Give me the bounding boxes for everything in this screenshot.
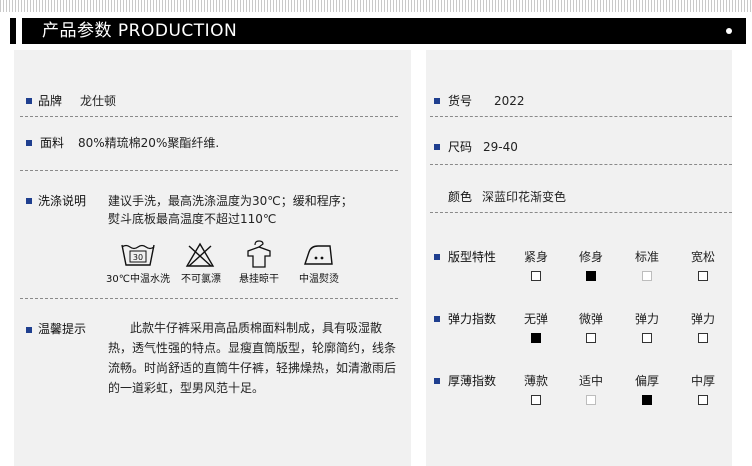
stretch-option-checkbox[interactable] <box>642 333 652 343</box>
wash-30-label: 30℃中温水洗 <box>106 274 170 285</box>
stretch-option-checkbox[interactable] <box>698 333 708 343</box>
no-bleach-label: 不可氯漂 <box>181 274 221 285</box>
fit-option-label: 宽松 <box>690 250 715 264</box>
section-title: 产品参数 PRODUCTION <box>42 21 238 41</box>
washing-line-1: 建议手洗，最高洗涤温度为30℃；缓和程序； <box>108 194 353 208</box>
fit-option-checkbox[interactable] <box>642 271 652 281</box>
brand-bullet-icon <box>26 98 32 104</box>
thickness-option-checkbox[interactable] <box>586 395 596 405</box>
iron-medium-icon <box>304 245 333 265</box>
washing-line-2: 熨斗底板最高温度不超过110℃ <box>108 212 277 226</box>
thickness-option-label: 适中 <box>578 374 603 388</box>
fit-label: 版型特性 <box>448 250 497 264</box>
item-no-bullet-icon <box>434 98 440 104</box>
washing-label: 洗涤说明 <box>38 194 87 208</box>
size-label: 尺码 <box>448 140 473 154</box>
tips-text: 此款牛仔裤采用高品质棉面料制成，具有吸湿散热，透气性强的特点。显瘦直筒版型，轮廓… <box>108 321 397 395</box>
fabric-bullet-icon <box>26 140 32 146</box>
wash-temp-text: 30 <box>133 253 143 262</box>
fabric-value: 80%精琉棉20%聚酯纤维. <box>78 136 220 150</box>
fit-option-checkbox[interactable] <box>586 271 596 281</box>
fit-option-label: 紧身 <box>523 250 548 264</box>
header-accent <box>10 18 16 44</box>
thickness-option-checkbox[interactable] <box>531 395 541 405</box>
fit-option-label: 标准 <box>634 250 659 264</box>
divider <box>20 116 398 117</box>
brand-label: 品牌 <box>38 94 63 108</box>
divider <box>20 170 398 171</box>
thickness-option-label: 中厚 <box>690 374 715 388</box>
no-bleach-icon <box>185 242 215 267</box>
section-header: 产品参数 PRODUCTION <box>22 18 746 44</box>
tips-label: 温馨提示 <box>38 322 87 336</box>
stretch-option-label: 微弹 <box>578 312 603 326</box>
stretch-option-checkbox[interactable] <box>586 333 596 343</box>
size-bullet-icon <box>434 144 440 150</box>
color-label: 颜色 <box>448 190 473 204</box>
thickness-option-label: 偏厚 <box>634 374 659 388</box>
thickness-bullet-icon <box>434 378 440 384</box>
stretch-option-checkbox[interactable] <box>531 333 541 343</box>
fit-option-checkbox[interactable] <box>531 271 541 281</box>
stretch-option-label: 弹力 <box>690 312 715 326</box>
tips-bullet-icon <box>26 327 32 333</box>
stretch-label: 弹力指数 <box>448 312 497 326</box>
stretch-bullet-icon <box>434 316 440 322</box>
fit-option-checkbox[interactable] <box>698 271 708 281</box>
divider <box>20 298 398 299</box>
item-no-label: 货号 <box>448 94 473 108</box>
thickness-option-checkbox[interactable] <box>642 395 652 405</box>
item-no-value: 2022 <box>494 94 525 108</box>
fabric-label: 面料 <box>40 136 65 150</box>
divider <box>430 164 732 165</box>
divider <box>430 212 732 213</box>
color-value: 深蓝印花渐变色 <box>482 190 567 204</box>
stretch-option-label: 弹力 <box>634 312 659 326</box>
thickness-option-label: 薄款 <box>523 374 548 388</box>
hang-dry-label: 悬挂晾干 <box>239 274 279 285</box>
top-stripe <box>0 0 752 12</box>
thickness-option-checkbox[interactable] <box>698 395 708 405</box>
brand-value: 龙仕顿 <box>80 94 117 108</box>
wash-30-icon: 30 <box>121 244 155 266</box>
size-value: 29-40 <box>483 140 518 154</box>
hang-dry-icon <box>247 240 271 268</box>
fit-bullet-icon <box>434 254 440 260</box>
washing-bullet-icon <box>26 198 32 204</box>
stretch-option-label: 无弹 <box>523 312 548 326</box>
divider <box>430 116 732 117</box>
header-dot-icon <box>726 28 732 34</box>
iron-medium-label: 中温熨烫 <box>299 274 339 285</box>
fit-option-label: 修身 <box>578 250 603 264</box>
thickness-label: 厚薄指数 <box>448 374 497 388</box>
